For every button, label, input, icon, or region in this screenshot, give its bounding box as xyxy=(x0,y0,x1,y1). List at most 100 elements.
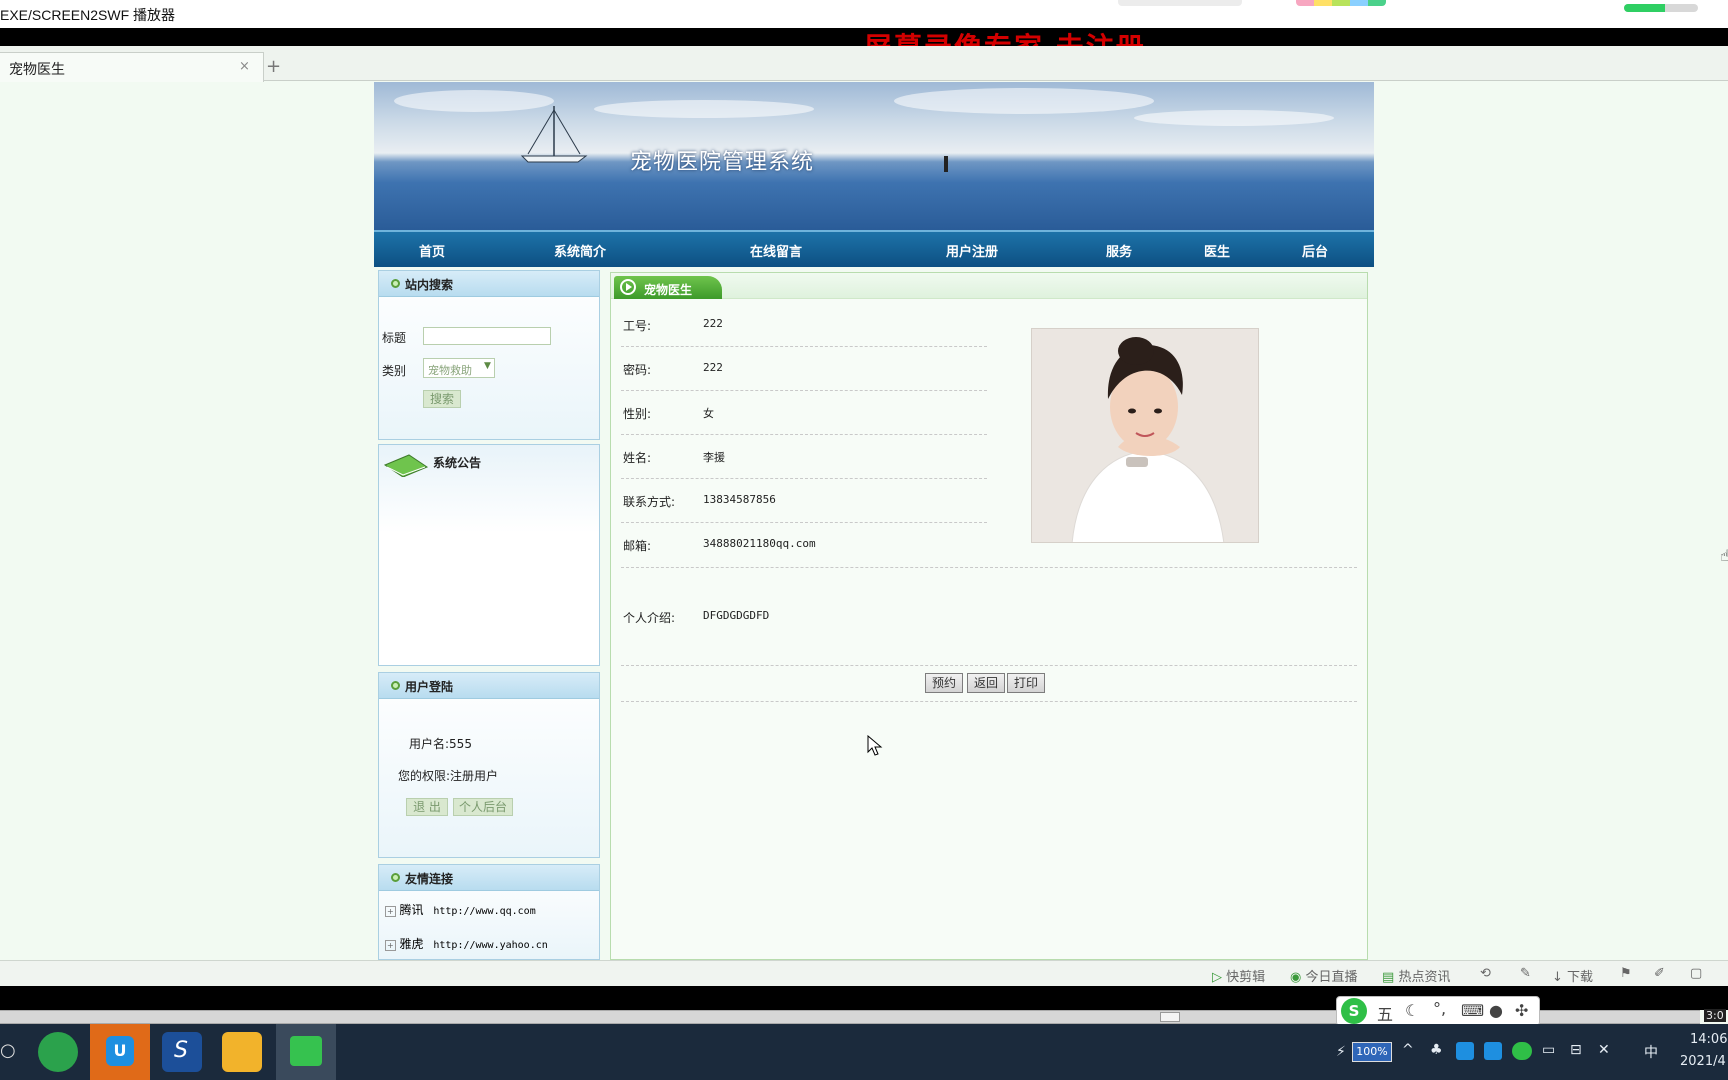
pin-icon[interactable]: ✎ xyxy=(1520,966,1531,981)
status-item-news[interactable]: ▤ 热点资讯 xyxy=(1382,966,1450,985)
field-label: 性别: xyxy=(623,407,652,421)
nav-item-doctor[interactable]: 医生 xyxy=(1204,241,1230,260)
divider xyxy=(621,665,1357,666)
bullet-icon xyxy=(391,279,400,288)
field-value: 34888021180qq.com xyxy=(703,537,816,550)
nav-item-message[interactable]: 在线留言 xyxy=(750,241,802,260)
status-label: 今日直播 xyxy=(1305,970,1358,985)
punctuation-icon[interactable]: °, xyxy=(1433,999,1446,1018)
login-username: 用户名:555 xyxy=(409,737,472,751)
close-icon[interactable]: × xyxy=(239,59,250,74)
search-category-value: 宠物救助 xyxy=(428,364,472,377)
portrait-icon xyxy=(1032,329,1258,542)
list-item[interactable]: + 雅虎 http://www.yahoo.cn xyxy=(385,935,548,952)
seek-knob[interactable] xyxy=(1160,1012,1180,1022)
status-tool-icon[interactable]: ⟲ xyxy=(1480,966,1491,981)
field-value: 222 xyxy=(703,317,723,330)
divider xyxy=(621,567,1357,568)
search-box: 站内搜索 标题 类别 宠物救助 ▼ 搜索 xyxy=(378,270,600,440)
qq-icon[interactable]: ♣ xyxy=(1430,1042,1443,1058)
search-button[interactable]: 搜索 xyxy=(423,390,461,408)
screen-recorder-taskbar-icon[interactable] xyxy=(276,1024,336,1080)
browser-tab[interactable]: 宠物医生 × xyxy=(0,52,264,82)
field-row: 邮箱: 34888021180qq.com xyxy=(621,523,987,567)
taskbar-app-active[interactable]: U xyxy=(90,1024,150,1080)
field-label: 联系方式: xyxy=(623,495,676,509)
ime-toolbar: S 五 ☾ °, ⌨ ● ✣ xyxy=(1336,996,1540,1026)
taskbar: ○ U S ⚡ 100% ^ ♣ ▭ ⊟ ✕ 中 14:06 2021/4 xyxy=(0,1024,1728,1080)
field-value: 李援 xyxy=(703,451,725,464)
link-url: http://www.qq.com xyxy=(433,906,536,917)
tray-app-icon[interactable] xyxy=(1484,1042,1502,1060)
wechat-icon[interactable] xyxy=(1512,1042,1532,1060)
pen-app-icon[interactable]: S xyxy=(162,1032,202,1072)
field-row: 密码: 222 xyxy=(621,347,987,391)
nav-item-service[interactable]: 服务 xyxy=(1106,241,1132,260)
sailboat-icon xyxy=(520,106,588,163)
nav-item-home[interactable]: 首页 xyxy=(419,241,445,260)
nav-item-intro[interactable]: 系统简介 xyxy=(554,241,606,260)
edit-icon[interactable]: ✐ xyxy=(1654,966,1665,981)
apps-icon[interactable]: ✣ xyxy=(1515,1001,1528,1020)
window-icon[interactable]: ▢ xyxy=(1690,966,1702,981)
search-icon[interactable]: ○ xyxy=(0,1040,16,1061)
search-box-title: 站内搜索 xyxy=(405,278,454,292)
clock-date[interactable]: 2021/4 xyxy=(1680,1054,1726,1069)
friend-links-title: 友情连接 xyxy=(405,872,454,886)
chevron-down-icon: ▼ xyxy=(484,361,491,371)
play-circle-icon xyxy=(620,279,636,295)
input-language[interactable]: 中 xyxy=(1644,1042,1658,1062)
clock-time[interactable]: 14:06 xyxy=(1690,1032,1727,1047)
sogou-logo-icon[interactable]: S xyxy=(1341,998,1367,1024)
logout-button[interactable]: 退 出 xyxy=(406,798,448,816)
status-item-live[interactable]: ◉ 今日直播 xyxy=(1290,966,1358,985)
flash-icon: ⚡ xyxy=(1336,1044,1346,1060)
chevron-up-icon[interactable]: ^ xyxy=(1402,1042,1414,1058)
back-button[interactable]: 返回 xyxy=(967,673,1005,693)
nav-item-register[interactable]: 用户注册 xyxy=(946,241,998,260)
search-category-select[interactable]: 宠物救助 ▼ xyxy=(423,358,495,378)
window-thumb xyxy=(1296,0,1386,6)
personal-center-button[interactable]: 个人后台 xyxy=(453,798,513,816)
section-tab: 宠物医生 xyxy=(614,276,722,299)
field-value: 222 xyxy=(703,361,723,374)
book-button[interactable]: 预约 xyxy=(925,673,963,693)
print-button[interactable]: 打印 xyxy=(1007,673,1045,693)
volume-muted-icon[interactable]: ✕ xyxy=(1598,1042,1610,1058)
file-explorer-icon[interactable] xyxy=(222,1032,262,1072)
keyboard-icon[interactable]: ⌨ xyxy=(1461,1001,1484,1020)
search-title-input[interactable] xyxy=(423,327,551,345)
volume-bar[interactable] xyxy=(1624,4,1698,12)
system-tray: ⚡ 100% ^ ♣ ▭ ⊟ ✕ 中 14:06 2021/4 xyxy=(1330,1024,1728,1080)
banner-title: 宠物医院管理系统 xyxy=(630,150,815,175)
search-box-header: 站内搜索 xyxy=(379,271,599,297)
user-icon[interactable]: ● xyxy=(1489,1001,1503,1020)
flag-icon[interactable]: ⚑ xyxy=(1620,966,1632,981)
ie-browser-icon[interactable] xyxy=(38,1032,78,1072)
ime-mode[interactable]: 五 xyxy=(1377,1001,1393,1025)
list-item[interactable]: + 腾讯 http://www.qq.com xyxy=(385,901,536,918)
moon-icon[interactable]: ☾ xyxy=(1405,1001,1419,1020)
nav-item-admin[interactable]: 后台 xyxy=(1302,241,1328,260)
browser-tab-bar: 宠物医生 × + xyxy=(0,46,1728,82)
webpage: 宠物医院管理系统 首页 系统简介 在线留言 用户注册 服务 医生 后台 站内搜索… xyxy=(374,82,1374,960)
field-row: 性别: 女 xyxy=(621,391,987,435)
new-tab-button[interactable]: + xyxy=(266,56,281,77)
expand-icon: + xyxy=(385,940,396,951)
player-icon xyxy=(290,1036,322,1066)
status-item-download[interactable]: ↓ 下载 xyxy=(1552,966,1593,985)
search-title-label: 标题 xyxy=(382,331,407,345)
field-label: 密码: xyxy=(623,363,652,377)
tray-app-icon[interactable] xyxy=(1456,1042,1474,1060)
pen-icon: S xyxy=(174,1038,188,1063)
status-item-quick-edit[interactable]: ▷ 快剪辑 xyxy=(1212,966,1265,985)
player-title-bar: EXE/SCREEN2SWF 播放器 xyxy=(0,0,1728,28)
doctor-detail-panel: 宠物医生 工号: 222 密码: 222 性别: 女 姓名: 李援 联系方式: … xyxy=(610,272,1368,960)
field-label: 姓名: xyxy=(623,451,652,465)
book-icon xyxy=(383,454,429,477)
mouse-cursor-icon xyxy=(867,735,883,756)
network-icon[interactable]: ⊟ xyxy=(1570,1042,1582,1058)
battery-indicator[interactable]: 100% xyxy=(1352,1042,1392,1062)
doctor-photo xyxy=(1031,328,1259,543)
battery-icon[interactable]: ▭ xyxy=(1542,1042,1555,1058)
